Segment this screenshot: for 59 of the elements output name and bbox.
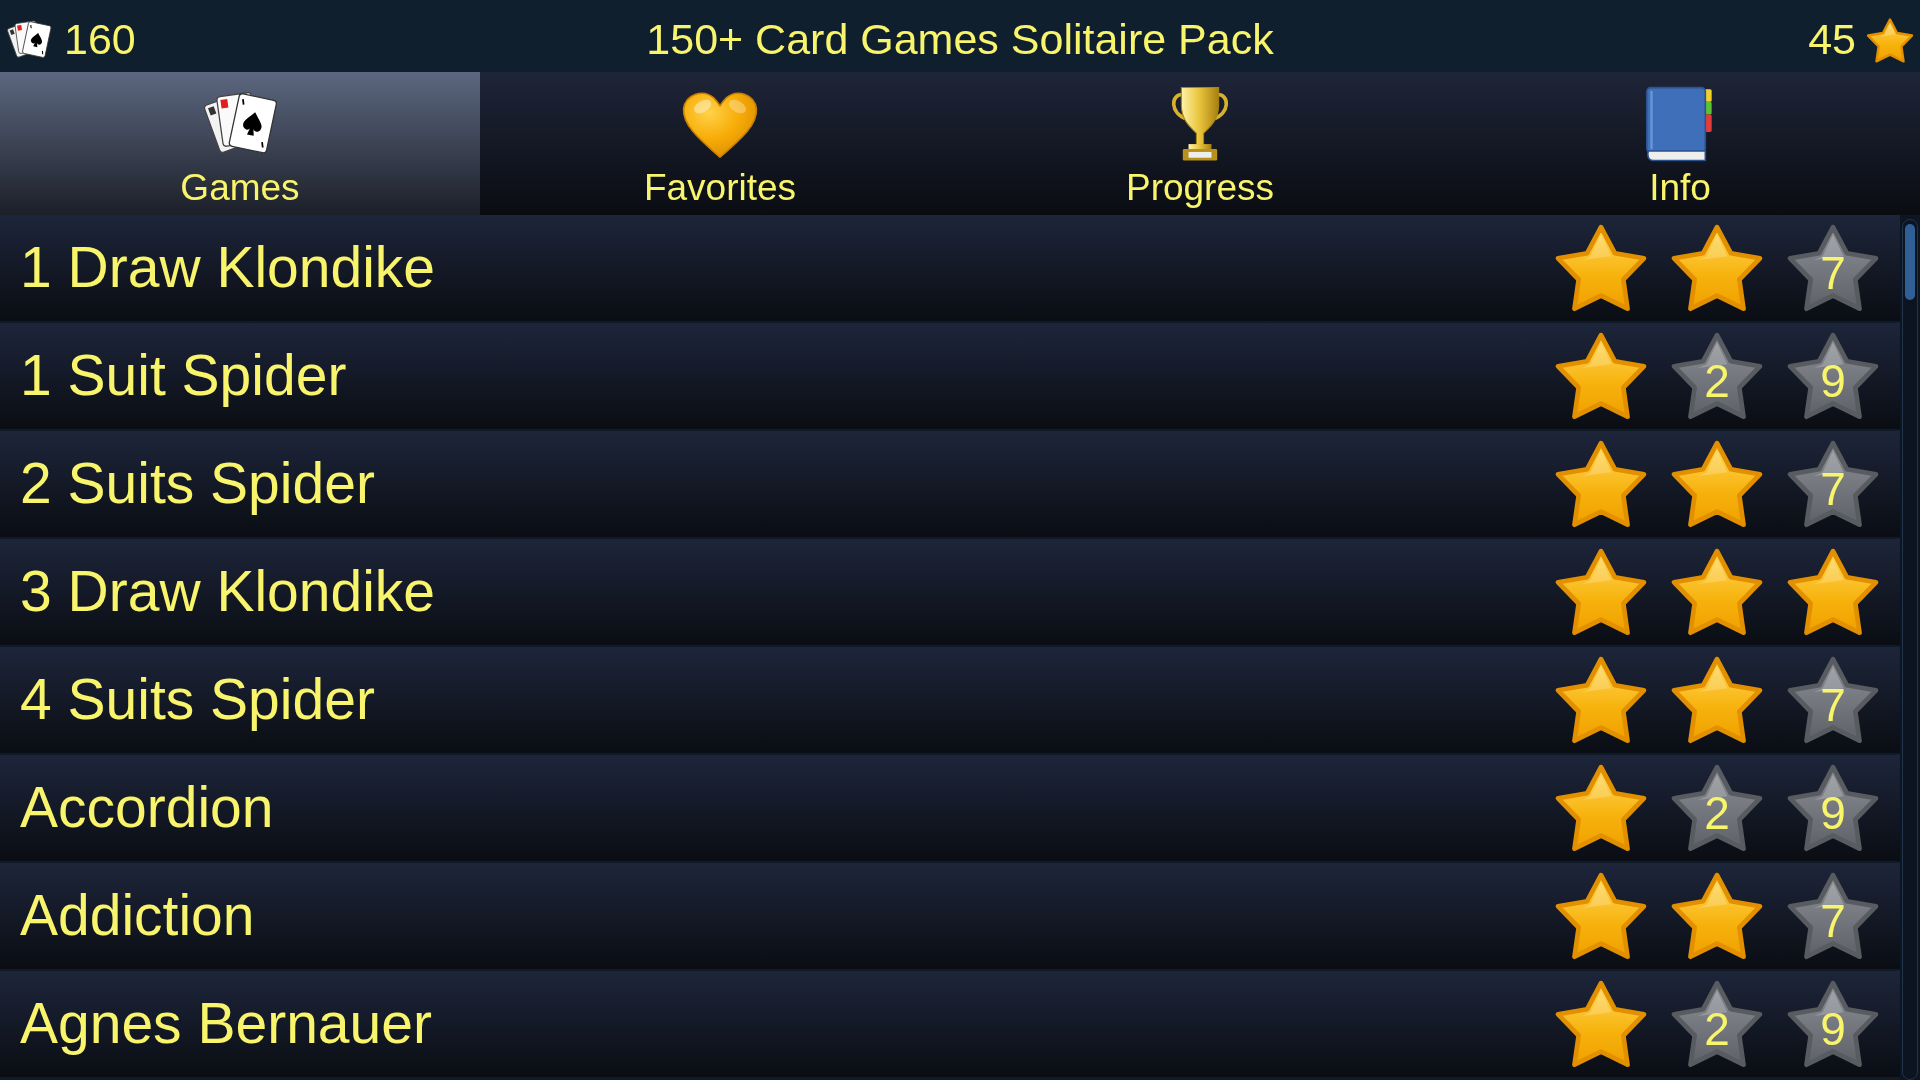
game-name: Accordion: [20, 775, 275, 841]
star-icon: [1554, 440, 1648, 528]
star-icon: [1670, 548, 1764, 636]
scrollbar-thumb[interactable]: [1905, 224, 1915, 300]
star-icon: [1554, 332, 1648, 420]
star-number: 7: [1820, 897, 1846, 944]
star-icon: [1786, 980, 1880, 1068]
star-icon: [1670, 764, 1764, 852]
star-icon: [1786, 332, 1880, 420]
game-name: 4 Suits Spider: [20, 667, 376, 733]
game-name: 3 Draw Klondike: [20, 559, 437, 625]
star-icon: [1786, 764, 1880, 852]
game-row[interactable]: Accordion 2 9: [0, 755, 1900, 861]
game-row[interactable]: 1 Suit Spider 2 9: [0, 323, 1900, 429]
star-icon: [1554, 224, 1648, 312]
star-icon: [1554, 872, 1648, 960]
game-name: Addiction: [20, 883, 256, 949]
star-icon: [1554, 980, 1648, 1068]
game-name: 1 Suit Spider: [20, 343, 348, 409]
tab[interactable]: Games: [0, 72, 480, 215]
star-number: 2: [1704, 1005, 1730, 1052]
game-name: Agnes Bernauer: [20, 991, 433, 1057]
star-icon: [1670, 980, 1764, 1068]
game-row[interactable]: Addiction 7: [0, 863, 1900, 969]
game-name: 2 Suits Spider: [20, 451, 376, 517]
star-icon: [1786, 656, 1880, 744]
star-number: 9: [1820, 1005, 1846, 1052]
star-icon: [1670, 440, 1764, 528]
app-title: 150+ Card Games Solitaire Pack: [646, 15, 1274, 65]
tab[interactable]: Info: [1440, 72, 1920, 215]
tab[interactable]: Progress: [960, 72, 1440, 215]
star-icon: [1670, 872, 1764, 960]
star-icon: [1670, 224, 1764, 312]
star-number: 7: [1820, 465, 1846, 512]
star-icon: [1786, 224, 1880, 312]
star-number: 7: [1820, 681, 1846, 728]
star-number: 7: [1820, 249, 1846, 296]
star-icon: [1786, 440, 1880, 528]
game-row[interactable]: 4 Suits Spider 7: [0, 647, 1900, 753]
star-icon: [1554, 764, 1648, 852]
star-number: 2: [1704, 789, 1730, 836]
star-number: 2: [1704, 357, 1730, 404]
star-count: 45: [1808, 15, 1856, 65]
star-number: 9: [1820, 357, 1846, 404]
tab[interactable]: Favorites: [480, 72, 960, 215]
game-row[interactable]: 1 Draw Klondike 7: [0, 215, 1900, 321]
game-row[interactable]: 3 Draw Klondike: [0, 539, 1900, 645]
star-icon: [1786, 872, 1880, 960]
star-icon: [1554, 548, 1648, 636]
star-icon: [1786, 548, 1880, 636]
game-row[interactable]: 2 Suits Spider 7: [0, 431, 1900, 537]
star-icon: [1866, 17, 1914, 63]
star-icon: [1670, 656, 1764, 744]
star-icon: [1670, 332, 1764, 420]
game-row[interactable]: Agnes Bernauer 2 9: [0, 971, 1900, 1077]
game-name: 1 Draw Klondike: [20, 235, 437, 301]
card-count: 160: [64, 15, 136, 65]
star-number: 9: [1820, 789, 1846, 836]
star-icon: [1554, 656, 1648, 744]
